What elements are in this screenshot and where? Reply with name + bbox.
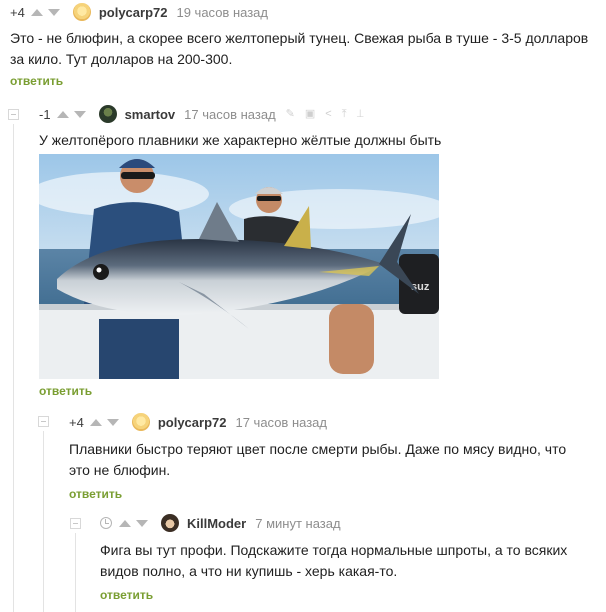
- reply-button[interactable]: ответить: [10, 74, 600, 88]
- vote-up-icon[interactable]: [89, 418, 102, 426]
- fish-photo[interactable]: suz: [39, 154, 439, 379]
- comment-2: -1 smartov 17 часов назад ✎▣<⤒⟂ У желтоп…: [39, 103, 599, 151]
- clock-icon: [100, 517, 112, 529]
- comment-3: +4 polycarp72 17 часов назад Плавники бы…: [69, 411, 599, 501]
- comment-text: У желтопёрого плавники же характерно жёл…: [39, 132, 442, 148]
- comment-header: KillModer 7 минут назад: [100, 512, 600, 534]
- comment-text: Плавники быстро теряют цвет после смерти…: [69, 441, 567, 478]
- comment-author[interactable]: KillModer: [187, 516, 246, 531]
- reply-button[interactable]: ответить: [69, 487, 599, 501]
- comment-author[interactable]: polycarp72: [99, 5, 168, 20]
- comment-author[interactable]: polycarp72: [158, 415, 227, 430]
- comment-text: Это - не блюфин, а скорее всего желтопер…: [10, 30, 589, 67]
- vote-up-icon[interactable]: [30, 8, 43, 16]
- collapse-toggle[interactable]: [70, 518, 81, 529]
- comment-4: KillModer 7 минут назад Фига вы тут проф…: [100, 512, 600, 602]
- vote-down-icon[interactable]: [73, 110, 86, 118]
- comment-rating: +4: [69, 414, 84, 430]
- collapse-toggle[interactable]: [38, 416, 49, 427]
- avatar[interactable]: [98, 105, 117, 123]
- vote-down-icon[interactable]: [136, 519, 148, 527]
- comment-header: +4 polycarp72 19 часов назад: [10, 1, 600, 23]
- vote-up-icon[interactable]: [119, 519, 131, 527]
- reply-button[interactable]: ответить: [39, 384, 92, 398]
- tuna-catch-image: suz: [39, 154, 439, 379]
- vote-down-icon[interactable]: [47, 8, 60, 16]
- comment-header: +4 polycarp72 17 часов назад: [69, 411, 599, 433]
- vote-down-icon[interactable]: [106, 418, 119, 426]
- reply-button[interactable]: ответить: [100, 588, 600, 602]
- comment-author[interactable]: smartov: [125, 107, 176, 122]
- vote-up-icon[interactable]: [56, 110, 69, 118]
- thread-line: [43, 431, 44, 612]
- thread-line: [13, 124, 14, 612]
- comment-1: +4 polycarp72 19 часов назад Это - не бл…: [10, 1, 600, 88]
- edit-icon[interactable]: ✎: [286, 108, 305, 120]
- comment-rating: -1: [39, 106, 51, 122]
- share-icon[interactable]: <: [325, 108, 341, 120]
- avatar[interactable]: [72, 3, 91, 21]
- comment-header: -1 smartov 17 часов назад ✎▣<⤒⟂: [39, 103, 599, 125]
- comment-text: Фига вы тут профи. Подскажите тогда норм…: [100, 542, 568, 579]
- comment-time[interactable]: 7 минут назад: [255, 516, 340, 531]
- comment-time[interactable]: 17 часов назад: [235, 415, 327, 430]
- jump-icon[interactable]: ⤒: [342, 108, 357, 120]
- link-icon[interactable]: ⟂: [357, 108, 374, 120]
- comment-time[interactable]: 17 часов назад: [184, 107, 276, 122]
- thread-line: [75, 533, 76, 612]
- avatar[interactable]: [161, 514, 179, 532]
- comment-tools: ✎▣<⤒⟂: [286, 107, 374, 121]
- comment-time[interactable]: 19 часов назад: [176, 5, 268, 20]
- collapse-toggle[interactable]: [8, 109, 19, 120]
- save-icon[interactable]: ▣: [305, 108, 325, 120]
- comment-rating: +4: [10, 4, 25, 20]
- avatar[interactable]: [131, 413, 150, 431]
